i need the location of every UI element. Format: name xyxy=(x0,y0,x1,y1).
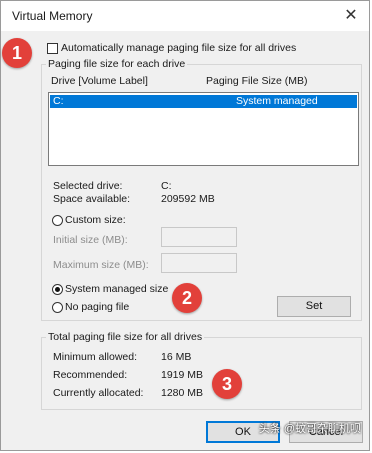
currently-allocated-value: 1280 MB xyxy=(161,387,204,399)
minimum-allowed-value: 16 MB xyxy=(161,351,192,363)
space-available-label: Space available: xyxy=(53,193,131,205)
system-managed-radio[interactable] xyxy=(52,284,63,295)
total-group-title: Total paging file size for all drives xyxy=(46,331,205,343)
selected-drive-value: C: xyxy=(161,180,172,192)
maximum-size-input[interactable] xyxy=(161,253,237,273)
virtual-memory-dialog: Virtual Memory ✕ Automatically manage pa… xyxy=(0,0,370,451)
column-drive-header: Drive [Volume Label] xyxy=(51,75,148,87)
recommended-label: Recommended: xyxy=(53,369,128,381)
recommended-value: 1919 MB xyxy=(161,369,204,381)
set-button[interactable]: Set xyxy=(277,296,351,317)
auto-manage-checkbox[interactable] xyxy=(47,43,58,54)
column-size-header: Paging File Size (MB) xyxy=(206,75,308,87)
selected-drive-label: Selected drive: xyxy=(53,180,123,192)
drive-row-drive: C: xyxy=(53,95,64,107)
drive-row-size: System managed xyxy=(236,95,318,107)
initial-size-input[interactable] xyxy=(161,227,237,247)
annotation-marker-1: 1 xyxy=(2,38,32,68)
no-paging-radio[interactable] xyxy=(52,302,63,313)
auto-manage-label[interactable]: Automatically manage paging file size fo… xyxy=(61,42,296,54)
close-icon[interactable]: ✕ xyxy=(341,6,361,26)
custom-size-label[interactable]: Custom size: xyxy=(65,214,126,226)
minimum-allowed-label: Minimum allowed: xyxy=(53,351,138,363)
watermark: 头条 @蚊哥杂聊机呗 xyxy=(258,423,361,435)
drive-row-c[interactable]: C: System managed xyxy=(50,95,357,108)
window-title: Virtual Memory xyxy=(12,9,93,23)
initial-size-label: Initial size (MB): xyxy=(53,234,128,246)
custom-size-radio[interactable] xyxy=(52,215,63,226)
system-managed-label[interactable]: System managed size xyxy=(65,283,168,295)
title-bar: Virtual Memory ✕ xyxy=(1,1,369,31)
space-available-value: 209592 MB xyxy=(161,193,215,205)
paging-group-title: Paging file size for each drive xyxy=(46,58,188,70)
currently-allocated-label: Currently allocated: xyxy=(53,387,144,399)
drive-listbox[interactable]: C: System managed xyxy=(48,92,359,166)
annotation-marker-3: 3 xyxy=(212,369,242,399)
annotation-marker-2: 2 xyxy=(172,283,202,313)
no-paging-label[interactable]: No paging file xyxy=(65,301,129,313)
maximum-size-label: Maximum size (MB): xyxy=(53,259,149,271)
